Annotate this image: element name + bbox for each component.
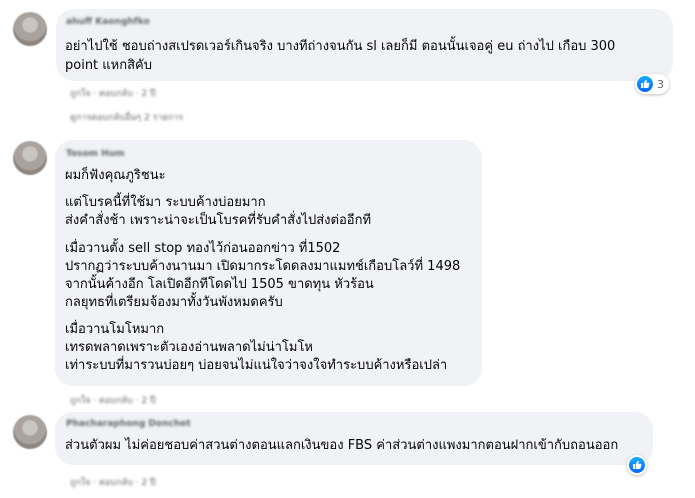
comment-bubble: Phacharaphong Donchet ส่วนตัวผม ไม่ค่อยช…: [55, 412, 653, 465]
comment-text-line: กลยุทธที่เตรียมจ้องมาทั้งวันพังหมดครับ: [65, 295, 283, 310]
comment-actions[interactable]: ถูกใจ · ตอบกลับ · 2 ปี: [70, 393, 156, 407]
comment-text-line: ผมก็ฟังคุณภูริชนะ: [65, 168, 166, 183]
comment-text-line: ส่วนตัวผม ไม่ค่อยชอบค่าสวนต่างตอนแลกเงิน…: [65, 438, 619, 453]
reaction-count: 3: [657, 77, 664, 91]
comment-text-line: เทรดพลาดเพราะตัวเองอ่านพลาดไม่น่าโมโห: [65, 340, 314, 355]
comment-text-line: จากนั้นค้างอีก โลเปิดอีกทีโดดไป 1505 ขาด…: [65, 277, 374, 292]
comment-text-line: ปรากฏว่าระบบค้างนานมา เปิดมากระโดดลงมาแม…: [65, 259, 461, 274]
avatar[interactable]: [13, 415, 47, 449]
avatar[interactable]: [13, 12, 47, 46]
comment-author[interactable]: Phacharaphong Donchet: [66, 419, 191, 429]
comment-bubble: ahuff Kaonghfko อย่าไปใช้ ชอบถ่างสเปรดเว…: [56, 9, 673, 81]
comment-text-line: แต่โบรคนี้ที่ใช้มา ระบบค้างบ่อยมาก: [65, 195, 266, 210]
reaction-summary[interactable]: 3: [635, 74, 669, 94]
comment-actions[interactable]: ถูกใจ · ตอบกลับ · 2 ปี: [70, 475, 156, 489]
comment-actions[interactable]: ถูกใจ · ตอบกลับ · 2 ปี: [70, 86, 156, 100]
comment-bubble: Tosom Hum ผมก็ฟังคุณภูริชนะ แต่โบรคนี้ที…: [55, 140, 482, 386]
comment-text-line: เท่าระบบที่มารวนบ่อยๆ บ่อยจนไม่แน่ใจว่าจ…: [65, 358, 448, 373]
comment-text-line: point แหกสิคับ: [65, 58, 152, 73]
comment-author[interactable]: ahuff Kaonghfko: [66, 17, 150, 27]
comment-text-line: เมื่อวานโมโหมาก: [65, 322, 165, 337]
reaction-summary[interactable]: [627, 455, 647, 475]
like-thumb-icon: [629, 457, 645, 473]
avatar[interactable]: [13, 141, 47, 175]
comment-text-line: อย่าไปใช้ ชอบถ่างสเปรดเวอร์เกินจริง บางท…: [65, 39, 616, 54]
like-thumb-icon: [637, 76, 653, 92]
comment-author[interactable]: Tosom Hum: [66, 149, 125, 159]
comment-text-line: ส่งคำสั่งช้า เพราะน่าจะเป็นโบรคที่รับคำส…: [65, 213, 372, 228]
comment-text-line: เมื่อวานตั้ง sell stop ทองไว้ก่อนออกข่าว…: [65, 241, 341, 256]
view-replies-link[interactable]: ดูการตอบกลับอื่นๆ 2 รายการ: [70, 110, 183, 124]
